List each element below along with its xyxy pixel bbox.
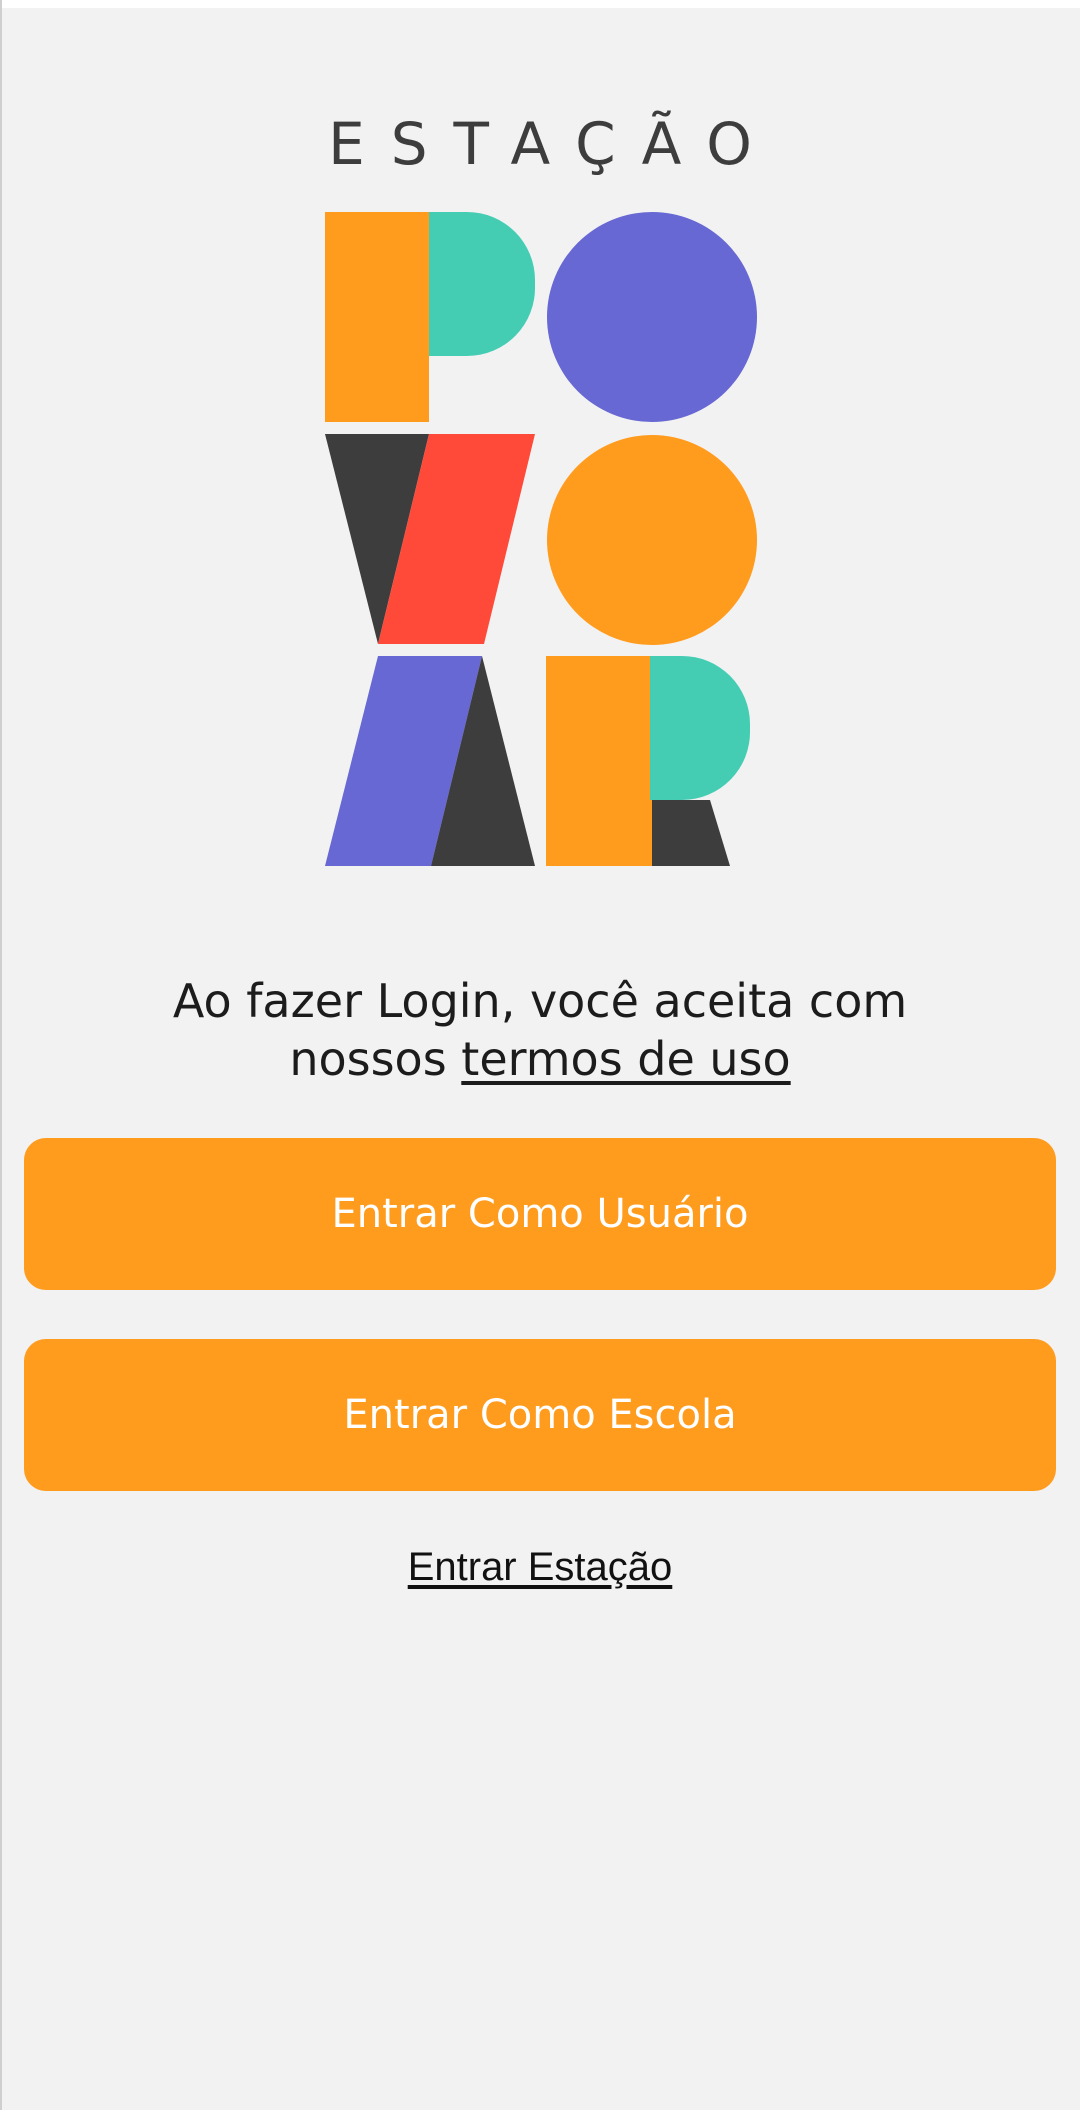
logo-o-middle: [547, 435, 757, 645]
station-login-container: Entrar Estação: [0, 1545, 1080, 1590]
logo-r-leg: [650, 800, 730, 866]
terms-line-1: Ao fazer Login, você aceita com: [172, 974, 908, 1028]
terms-line-2-prefix: nossos: [289, 1032, 462, 1086]
brand-title: ESTAÇÃO: [328, 110, 778, 178]
login-as-school-button[interactable]: Entrar Como Escola: [24, 1339, 1056, 1491]
logo-p-stem: [325, 212, 429, 422]
terms-notice: Ao fazer Login, você aceita com nossos t…: [0, 972, 1080, 1088]
terms-of-use-link[interactable]: termos de uso: [461, 1032, 790, 1086]
login-as-user-button[interactable]: Entrar Como Usuário: [24, 1138, 1056, 1290]
logo-o-top: [547, 212, 757, 422]
logo-p-bowl: [429, 212, 536, 356]
logo-r-bowl: [650, 656, 751, 800]
status-bar-area: [0, 0, 1080, 8]
enter-station-link[interactable]: Entrar Estação: [408, 1545, 673, 1589]
terms-line-2: nossos termos de uso: [0, 1030, 1080, 1088]
logo-r-stem: [546, 656, 652, 866]
povoar-logo: [325, 212, 757, 866]
